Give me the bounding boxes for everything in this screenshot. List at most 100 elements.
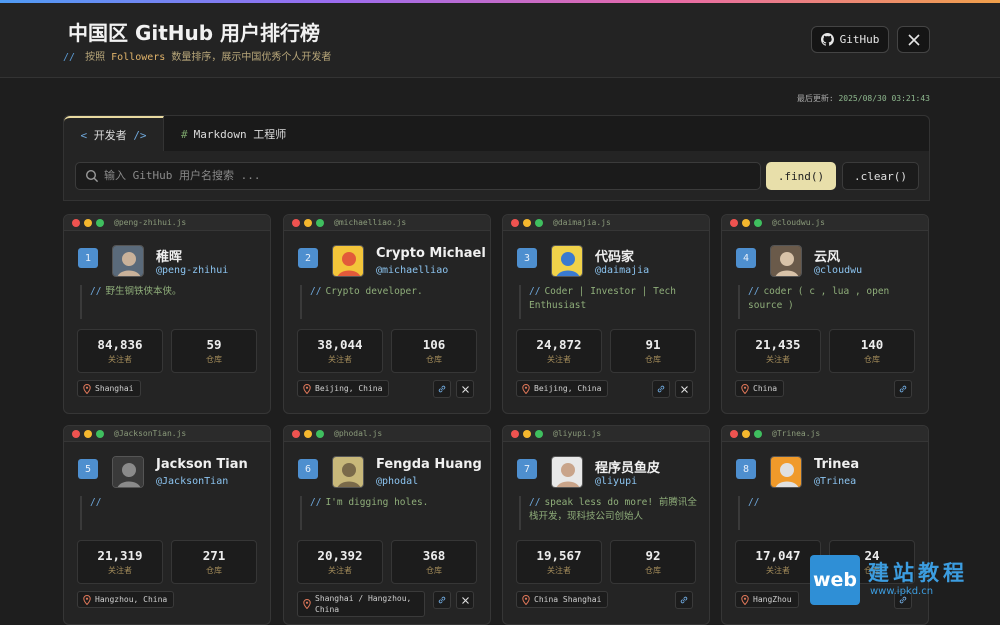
user-login[interactable]: @cloudwu: [814, 265, 862, 276]
followers-stat: 38,044 关注者: [297, 329, 383, 373]
card-titlebar: @phodal.js: [284, 426, 490, 442]
window-dot-green: [535, 218, 543, 227]
link-icon: [680, 596, 688, 604]
bio-text: coder ( c , lua , open source ): [748, 286, 890, 311]
rank-badge: 8: [736, 459, 756, 479]
avatar[interactable]: [112, 456, 144, 488]
card-filename: @daimajia.js: [553, 218, 611, 227]
avatar[interactable]: [332, 456, 364, 488]
user-display-name[interactable]: Trinea: [814, 457, 859, 472]
tab-developers[interactable]: < 开发者 />: [64, 116, 164, 152]
user-display-name[interactable]: 代码家: [595, 246, 634, 265]
blog-link-button[interactable]: [433, 380, 451, 398]
repos-count: 91: [645, 337, 661, 352]
search-icon: [85, 169, 99, 183]
rank-badge: 1: [78, 248, 98, 268]
bio-comment-prefix: //: [90, 497, 102, 508]
location-text: Beijing, China: [315, 384, 383, 393]
link-icon: [438, 385, 446, 393]
window-dot-green: [754, 218, 762, 227]
tab-developers-label: 开发者: [93, 129, 127, 142]
location-pin-icon: [83, 594, 91, 605]
user-card[interactable]: @michaelliao.js 2 Crypto Michael @michaelli…: [283, 214, 491, 414]
repos-stat: 92 仓库: [610, 540, 696, 584]
location-text: China: [753, 384, 778, 393]
avatar[interactable]: [770, 245, 802, 277]
location-pin-icon: [83, 383, 91, 394]
followers-stat: 21,319 关注者: [77, 540, 163, 584]
clear-button[interactable]: .clear(): [842, 162, 919, 190]
bio-text: 野生钢铁侠本侠。: [105, 286, 182, 297]
user-bio: //Coder | Investor | Tech Enthusiast: [519, 285, 705, 319]
avatar[interactable]: [332, 245, 364, 277]
window-dot-green: [96, 218, 104, 227]
followers-count: 21,319: [97, 548, 143, 563]
blog-link-button[interactable]: [652, 380, 670, 398]
user-card[interactable]: @JacksonTian.js 5 Jackson Tian @JacksonTian…: [63, 425, 271, 625]
user-bio: //speak less do more! 前腾讯全栈开发，现科技公司创始人: [519, 496, 705, 530]
card-titlebar: @Trinea.js: [722, 426, 928, 442]
twitter-button[interactable]: [456, 591, 474, 609]
user-card[interactable]: @cloudwu.js 4 云风 @cloudwu //coder ( c , lua …: [721, 214, 929, 414]
avatar[interactable]: [551, 456, 583, 488]
watermark-title: 建站教程: [868, 561, 968, 585]
avatar[interactable]: [112, 245, 144, 277]
window-dot-yellow: [742, 218, 750, 227]
github-link-button[interactable]: GitHub: [811, 26, 889, 53]
user-card[interactable]: @liyupi.js 7 程序员鱼皮 @liyupi //speak less do m…: [502, 425, 710, 625]
user-display-name[interactable]: 稚晖: [156, 246, 182, 265]
user-card[interactable]: @phodal.js 6 Fengda Huang @phodal //I'm digg…: [283, 425, 491, 625]
user-card[interactable]: @daimajia.js 3 代码家 @daimajia //Coder | Inves…: [502, 214, 710, 414]
user-bio: //Crypto developer.: [300, 285, 486, 319]
search-input[interactable]: 输入 GitHub 用户名搜索 ...: [75, 162, 761, 190]
location-pin-icon: [303, 383, 311, 394]
card-titlebar: @peng-zhihui.js: [64, 215, 270, 231]
tab-markdown[interactable]: # Markdown 工程师: [181, 116, 286, 152]
window-dot-red: [511, 429, 519, 438]
blog-link-button[interactable]: [433, 591, 451, 609]
user-login[interactable]: @michaelliao: [376, 265, 448, 276]
x-icon: [461, 385, 469, 393]
avatar[interactable]: [551, 245, 583, 277]
blog-link-button[interactable]: [894, 380, 912, 398]
bio-comment-prefix: //: [529, 497, 541, 508]
user-login[interactable]: @daimajia: [595, 265, 649, 276]
repos-count: 92: [645, 548, 661, 563]
location-text: HangZhou: [753, 595, 792, 604]
user-display-name[interactable]: Jackson Tian: [156, 457, 248, 472]
user-display-name[interactable]: Crypto Michael: [376, 246, 486, 261]
blog-link-button[interactable]: [675, 591, 693, 609]
link-icon: [657, 385, 665, 393]
repos-label: 仓库: [645, 355, 661, 364]
card-filename: @cloudwu.js: [772, 218, 825, 227]
user-card[interactable]: @peng-zhihui.js 1 稚晖 @peng-zhihui //野生钢铁侠本侠。…: [63, 214, 271, 414]
user-login[interactable]: @liyupi: [595, 476, 637, 487]
repos-label: 仓库: [864, 355, 880, 364]
repos-count: 368: [422, 548, 446, 563]
site-watermark: web 建站教程 www.ipkd.cn: [810, 555, 1000, 605]
followers-stat: 84,836 关注者: [77, 329, 163, 373]
user-login[interactable]: @phodal: [376, 476, 418, 487]
card-titlebar: @JacksonTian.js: [64, 426, 270, 442]
bio-text: Coder | Investor | Tech Enthusiast: [529, 286, 677, 311]
repos-count: 140: [860, 337, 884, 352]
user-display-name[interactable]: 云风: [814, 246, 840, 265]
avatar[interactable]: [770, 456, 802, 488]
window-dot-red: [511, 218, 519, 227]
page-subtitle: // 按照 Followers 数量排序，展示中国优秀个人开发者: [63, 48, 331, 63]
user-display-name[interactable]: 程序员鱼皮: [595, 457, 660, 476]
repos-stat: 106 仓库: [391, 329, 477, 373]
location-pin-icon: [522, 594, 530, 605]
twitter-button[interactable]: [675, 380, 693, 398]
user-login[interactable]: @JacksonTian: [156, 476, 228, 487]
page-header: 中国区 GitHub 用户排行榜 // 按照 Followers 数量排序，展示…: [0, 3, 1000, 78]
user-display-name[interactable]: Fengda Huang: [376, 457, 482, 472]
user-bio: //coder ( c , lua , open source ): [738, 285, 924, 319]
location-pin-icon: [522, 383, 530, 394]
twitter-button[interactable]: [456, 380, 474, 398]
find-button[interactable]: .find(): [766, 162, 836, 190]
window-dot-green: [535, 429, 543, 438]
x-link-button[interactable]: [897, 26, 930, 53]
user-login[interactable]: @peng-zhihui: [156, 265, 228, 276]
user-login[interactable]: @Trinea: [814, 476, 856, 487]
